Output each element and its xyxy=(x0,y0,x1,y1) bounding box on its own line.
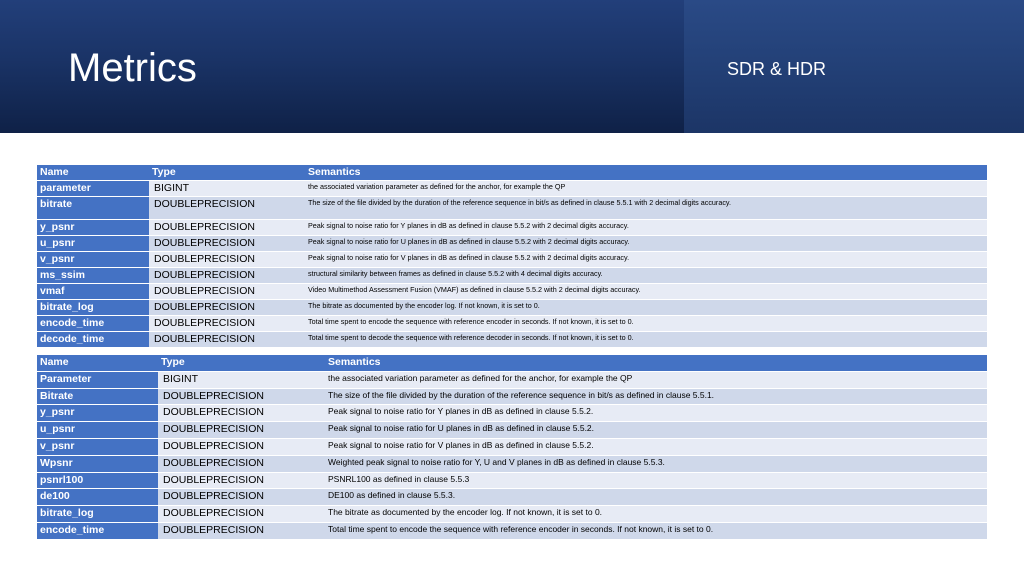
table-row: Bitrate DOUBLEPRECISION The size of the … xyxy=(37,388,987,406)
cell-semantics: Peak signal to noise ratio for U planes … xyxy=(305,235,987,252)
cell-semantics: Weighted peak signal to noise ratio for … xyxy=(325,455,987,473)
table-row: y_psnr DOUBLEPRECISION Peak signal to no… xyxy=(37,219,987,236)
cell-semantics: The bitrate as documented by the encoder… xyxy=(305,299,987,316)
cell-type: DOUBLEPRECISION xyxy=(149,219,305,236)
column-header-type: Type xyxy=(149,165,305,181)
cell-type: DOUBLEPRECISION xyxy=(149,235,305,252)
cell-name: bitrate_log xyxy=(37,505,158,523)
cell-name: y_psnr xyxy=(37,219,149,236)
table-row: decode_time DOUBLEPRECISION Total time s… xyxy=(37,331,987,348)
cell-type: DOUBLEPRECISION xyxy=(149,267,305,284)
cell-semantics: the associated variation parameter as de… xyxy=(305,180,987,197)
cell-semantics: Total time spent to decode the sequence … xyxy=(305,331,987,348)
table-header-row: Name Type Semantics xyxy=(37,355,987,372)
table-row: bitrate_log DOUBLEPRECISION The bitrate … xyxy=(37,505,987,523)
cell-type: DOUBLEPRECISION xyxy=(149,331,305,348)
cell-name: Parameter xyxy=(37,371,158,389)
cell-semantics: Peak signal to noise ratio for U planes … xyxy=(325,421,987,439)
table-row: bitrate DOUBLEPRECISION The size of the … xyxy=(37,196,987,220)
cell-type: DOUBLEPRECISION xyxy=(158,488,325,507)
cell-name: u_psnr xyxy=(37,421,158,439)
cell-name: de100 xyxy=(37,488,158,507)
cell-semantics: Peak signal to noise ratio for V planes … xyxy=(325,438,987,456)
cell-type: DOUBLEPRECISION xyxy=(149,283,305,300)
cell-type: DOUBLEPRECISION xyxy=(158,505,325,523)
cell-type: DOUBLEPRECISION xyxy=(158,522,325,540)
cell-type: DOUBLEPRECISION xyxy=(149,251,305,268)
cell-semantics: Peak signal to noise ratio for V planes … xyxy=(305,251,987,268)
cell-type: DOUBLEPRECISION xyxy=(158,438,325,456)
cell-semantics: Total time spent to encode the sequence … xyxy=(305,315,987,332)
cell-type: DOUBLEPRECISION xyxy=(158,472,325,490)
column-header-name: Name xyxy=(37,165,149,181)
cell-name: y_psnr xyxy=(37,404,158,423)
cell-semantics: Peak signal to noise ratio for Y planes … xyxy=(325,404,987,423)
column-header-name: Name xyxy=(37,355,158,372)
cell-name: parameter xyxy=(37,180,149,197)
table-row: v_psnr DOUBLEPRECISION Peak signal to no… xyxy=(37,438,987,456)
table-header-row: Name Type Semantics xyxy=(37,165,987,181)
cell-name: v_psnr xyxy=(37,438,158,456)
cell-semantics: the associated variation parameter as de… xyxy=(325,371,987,389)
cell-semantics: The bitrate as documented by the encoder… xyxy=(325,505,987,523)
cell-name: decode_time xyxy=(37,331,149,348)
table-row: de100 DOUBLEPRECISION DE100 as defined i… xyxy=(37,488,987,507)
cell-name: u_psnr xyxy=(37,235,149,252)
cell-name: encode_time xyxy=(37,522,158,540)
table-row: y_psnr DOUBLEPRECISION Peak signal to no… xyxy=(37,404,987,423)
table-row: u_psnr DOUBLEPRECISION Peak signal to no… xyxy=(37,235,987,252)
cell-semantics: Peak signal to noise ratio for Y planes … xyxy=(305,219,987,236)
cell-name: bitrate_log xyxy=(37,299,149,316)
table-row: psnrl100 DOUBLEPRECISION PSNRL100 as def… xyxy=(37,472,987,490)
metrics-table-sdr: Name Type Semantics parameter BIGINT the… xyxy=(37,165,987,348)
cell-name: encode_time xyxy=(37,315,149,332)
cell-type: DOUBLEPRECISION xyxy=(149,196,305,220)
cell-semantics: DE100 as defined in clause 5.5.3. xyxy=(325,488,987,507)
cell-type: DOUBLEPRECISION xyxy=(158,404,325,423)
metrics-table-hdr: Name Type Semantics Parameter BIGINT the… xyxy=(37,355,987,540)
cell-type: BIGINT xyxy=(149,180,305,197)
cell-semantics: PSNRL100 as defined in clause 5.5.3 xyxy=(325,472,987,490)
table-row: bitrate_log DOUBLEPRECISION The bitrate … xyxy=(37,299,987,316)
table-row: encode_time DOUBLEPRECISION Total time s… xyxy=(37,315,987,332)
column-header-type: Type xyxy=(158,355,325,372)
table-row: u_psnr DOUBLEPRECISION Peak signal to no… xyxy=(37,421,987,439)
table-row: parameter BIGINT the associated variatio… xyxy=(37,180,987,197)
table-row: Parameter BIGINT the associated variatio… xyxy=(37,371,987,389)
cell-type: BIGINT xyxy=(158,371,325,389)
cell-type: DOUBLEPRECISION xyxy=(149,315,305,332)
cell-semantics: The size of the file divided by the dura… xyxy=(325,388,987,406)
cell-semantics: Video Multimethod Assessment Fusion (VMA… xyxy=(305,283,987,300)
cell-semantics: The size of the file divided by the dura… xyxy=(305,196,987,220)
cell-name: Bitrate xyxy=(37,388,158,406)
cell-type: DOUBLEPRECISION xyxy=(158,388,325,406)
cell-name: vmaf xyxy=(37,283,149,300)
column-header-semantics: Semantics xyxy=(305,165,987,181)
table-row: encode_time DOUBLEPRECISION Total time s… xyxy=(37,522,987,540)
table-row: vmaf DOUBLEPRECISION Video Multimethod A… xyxy=(37,283,987,300)
table-row: ms_ssim DOUBLEPRECISION structural simil… xyxy=(37,267,987,284)
cell-type: DOUBLEPRECISION xyxy=(158,421,325,439)
column-header-semantics: Semantics xyxy=(325,355,987,372)
cell-type: DOUBLEPRECISION xyxy=(158,455,325,473)
cell-name: v_psnr xyxy=(37,251,149,268)
cell-name: psnrl100 xyxy=(37,472,158,490)
cell-name: bitrate xyxy=(37,196,149,220)
table-row: Wpsnr DOUBLEPRECISION Weighted peak sign… xyxy=(37,455,987,473)
cell-name: Wpsnr xyxy=(37,455,158,473)
cell-semantics: Total time spent to encode the sequence … xyxy=(325,522,987,540)
page-title: Metrics xyxy=(68,46,197,90)
page-subtitle: SDR & HDR xyxy=(727,59,827,79)
cell-semantics: structural similarity between frames as … xyxy=(305,267,987,284)
cell-type: DOUBLEPRECISION xyxy=(149,299,305,316)
table-row: v_psnr DOUBLEPRECISION Peak signal to no… xyxy=(37,251,987,268)
cell-name: ms_ssim xyxy=(37,267,149,284)
